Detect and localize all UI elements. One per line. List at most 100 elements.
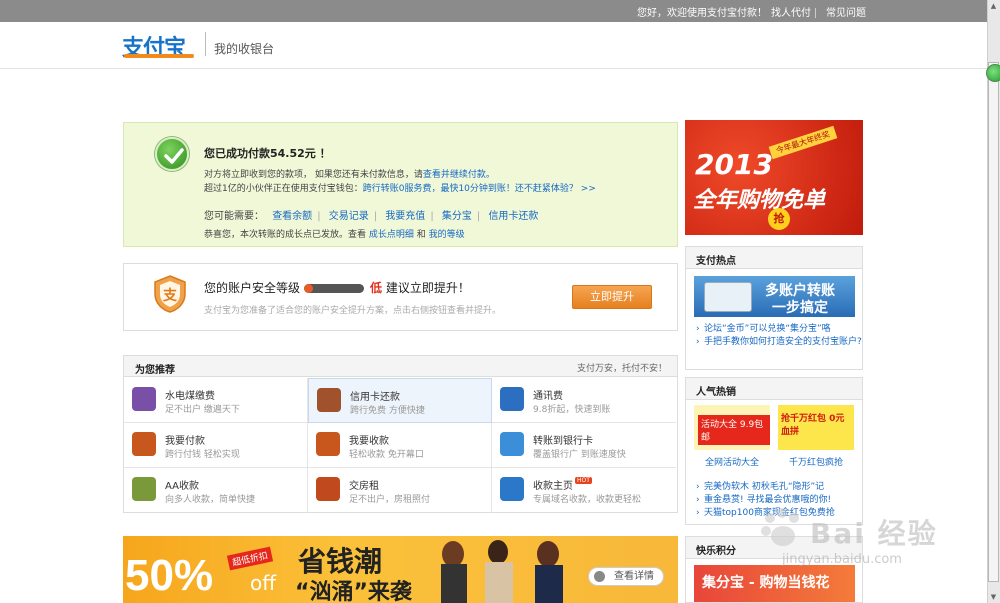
phone-bill-icon <box>500 387 524 411</box>
my-level-link[interactable]: 我的等级 <box>429 230 465 240</box>
security-subtitle: 支付宝为您准备了适合您的账户安全提升方案，点击右侧按钮查看并提升。 <box>204 306 502 316</box>
security-advice: 建议立即提升！ <box>385 281 470 295</box>
homepage-icon <box>500 477 524 501</box>
success-line-2: 超过1亿的小伙伴正在使用支付宝钱包：跨行转账0服务费，最快10分钟到账！还不赶紧… <box>204 181 596 194</box>
jifenbao-link[interactable]: 集分宝 <box>442 211 472 222</box>
red-packet-caption[interactable]: 千万红包疯抢 <box>778 455 854 468</box>
service-name: 信用卡还款 <box>350 392 400 403</box>
promo-year: 2013 <box>695 148 773 181</box>
transaction-records-link[interactable]: 交易记录 <box>329 211 369 222</box>
hot-topics-title: 支付热点 <box>686 247 862 269</box>
top-bar: 您好，欢迎使用支付宝付款！ 找人代付 常见问题 <box>0 0 1000 22</box>
scroll-thumb[interactable] <box>988 62 999 582</box>
watermark-text: Bai 经验 <box>810 517 938 550</box>
page-header: 支付宝 我的收银台 <box>0 22 987 69</box>
status-indicator-icon[interactable] <box>986 64 1000 82</box>
service-desc: 覆盖银行广 到账速度快 <box>533 450 626 460</box>
security-level-text: 您的账户安全等级 低 建议立即提升！ <box>204 279 470 296</box>
service-name: AA收款 <box>165 481 199 492</box>
watermark-url: jingyan.baidu.com <box>782 552 902 567</box>
logo-swoosh <box>124 54 194 58</box>
view-balance-link[interactable]: 查看余额 <box>272 211 312 222</box>
activities-caption[interactable]: 全网活动大全 <box>694 455 770 468</box>
service-desc: 跨行免费 方便快捷 <box>350 406 425 416</box>
service-aa[interactable]: AA收款 向多人收款，简单快捷 <box>124 468 308 513</box>
service-bank-transfer[interactable]: 转账到银行卡 覆盖银行广 到账速度快 <box>492 423 676 468</box>
hot-topic-link[interactable]: 论坛“金币”可以兑换“集分宝”咯 <box>696 323 862 336</box>
service-desc: 跨行付钱 轻松实现 <box>165 450 240 460</box>
find-payer-link[interactable]: 找人代付 <box>771 8 811 19</box>
divider: | <box>373 211 378 222</box>
svg-text:支: 支 <box>162 287 178 304</box>
sale-banner[interactable]: 50% off 超低折扣 省钱潮 “汹涌”来袭 查看详情 <box>123 536 678 603</box>
service-receive[interactable]: 我要收款 轻松收款 免开幕口 <box>308 423 492 468</box>
multi-transfer-banner[interactable]: 多账户转账 一步搞定 <box>694 276 855 317</box>
security-level-fill <box>304 284 314 293</box>
service-phone-bill[interactable]: 通讯费 9.8折起，快速到账 <box>492 378 676 423</box>
promo-2013-banner[interactable]: 今年最大年终奖 2013 全年购物免单 抢 <box>685 120 863 235</box>
vertical-scrollbar[interactable]: ▲ ▼ <box>987 0 1000 603</box>
popular-link[interactable]: 完美伪软木 初秋毛孔“隐形”记 <box>696 481 835 494</box>
service-pay[interactable]: 我要付款 跨行付钱 轻松实现 <box>124 423 308 468</box>
hot-badge: HOT <box>575 477 592 484</box>
banner-tag: 超低折扣 <box>226 546 274 571</box>
recommend-title: 为您推荐 <box>135 365 175 376</box>
recharge-link[interactable]: 我要充值 <box>385 211 425 222</box>
quick-links-row: 您可能需要： 查看余额 | 交易记录 | 我要充值 | 集分宝 | 信用卡还款 <box>204 207 543 222</box>
security-level-bar <box>304 284 365 293</box>
success-check-icon <box>155 137 189 171</box>
device-icon <box>704 282 752 312</box>
baidu-watermark: Bai 经验 jingyan.baidu.com <box>758 500 978 570</box>
continue-payment-link[interactable]: 查看并继续付款。 <box>423 170 495 180</box>
banner-off: off <box>250 571 277 595</box>
grab-icon: 抢 <box>768 208 790 230</box>
paw-icon <box>761 508 799 546</box>
jifenbao-banner[interactable]: 集分宝 - 购物当钱花 <box>694 565 855 602</box>
banner-discount: 50% <box>125 551 214 600</box>
scroll-down-arrow[interactable]: ▼ <box>988 591 999 603</box>
service-rent[interactable]: 交房租 足不出户，房租照付 <box>308 468 492 513</box>
points-and: 和 <box>416 230 426 240</box>
service-name: 我要付款 <box>165 436 205 447</box>
activities-image-text: 活动大全 9.9包邮 <box>698 415 770 445</box>
greeting-text: 您好，欢迎使用支付宝付款！ <box>637 8 767 19</box>
receive-icon <box>316 432 340 456</box>
service-desc: 专属域名收款，收款更轻松 <box>533 495 642 505</box>
red-packet-image[interactable]: 抢千万红包 0元血拼 <box>778 405 854 450</box>
growth-points-line: 恭喜您，本次转账的成长点已发放。查看 成长点明细 和 我的等级 <box>204 227 465 240</box>
wallet-promo-link[interactable]: 跨行转账0服务费，最快10分钟到账！还不赶紧体验？ >> <box>363 184 596 194</box>
service-homepage[interactable]: 收款主页HOT 专属域名收款，收款更轻松 <box>492 468 676 513</box>
hot-topics-list: 论坛“金币”可以兑换“集分宝”咯 手把手教你如何打造安全的支付宝账户? <box>696 323 862 349</box>
models-image <box>441 540 563 603</box>
service-name: 收款主页 <box>533 481 573 492</box>
divider: | <box>317 211 321 222</box>
points-detail-link[interactable]: 成长点明细 <box>369 230 414 240</box>
scroll-up-arrow[interactable]: ▲ <box>988 0 999 12</box>
credit-card-repay-link[interactable]: 信用卡还款 <box>488 211 538 222</box>
red-packet-image-text: 抢千万红包 0元血拼 <box>781 414 845 437</box>
security-title: 您的账户安全等级 <box>204 281 301 295</box>
security-shield-icon: 支 <box>152 274 188 314</box>
need-label: 您可能需要： <box>204 211 264 222</box>
service-credit-card[interactable]: 信用卡还款 跨行免费 方便快捷 <box>308 378 492 423</box>
promo-text: 全年购物免单 <box>693 188 826 213</box>
hot-topic-link[interactable]: 手把手教你如何打造安全的支付宝账户? <box>696 336 862 349</box>
success-title-prefix: 您已成功付款 <box>204 147 270 160</box>
view-details-button[interactable]: 查看详情 <box>588 567 664 586</box>
header-divider <box>205 32 206 56</box>
recommend-slogan: 支付万安，托付不安！ <box>576 364 667 374</box>
service-name: 交房租 <box>349 481 379 492</box>
promo-ribbon: 今年最大年终奖 <box>768 125 838 160</box>
service-utility[interactable]: 水电煤缴费 足不出户 缴遍天下 <box>124 378 308 423</box>
banner-line-2: 一步搞定 <box>772 300 828 316</box>
activities-image[interactable]: 活动大全 9.9包邮 <box>694 405 770 450</box>
service-name: 通讯费 <box>533 391 563 402</box>
credit-card-icon <box>317 388 341 412</box>
upgrade-now-button[interactable]: 立即提升 <box>572 285 652 309</box>
faq-link[interactable]: 常见问题 <box>826 8 866 19</box>
recommend-panel: 为您推荐 支付万安，托付不安！ 水电煤缴费 足不出户 缴遍天下 信用卡还款 跨行… <box>123 355 678 513</box>
service-desc: 足不出户 缴遍天下 <box>165 405 240 415</box>
top-links: 您好，欢迎使用支付宝付款！ 找人代付 常见问题 <box>633 4 866 19</box>
security-level-value: 低 <box>370 281 383 295</box>
alipay-logo[interactable]: 支付宝 <box>122 30 198 61</box>
